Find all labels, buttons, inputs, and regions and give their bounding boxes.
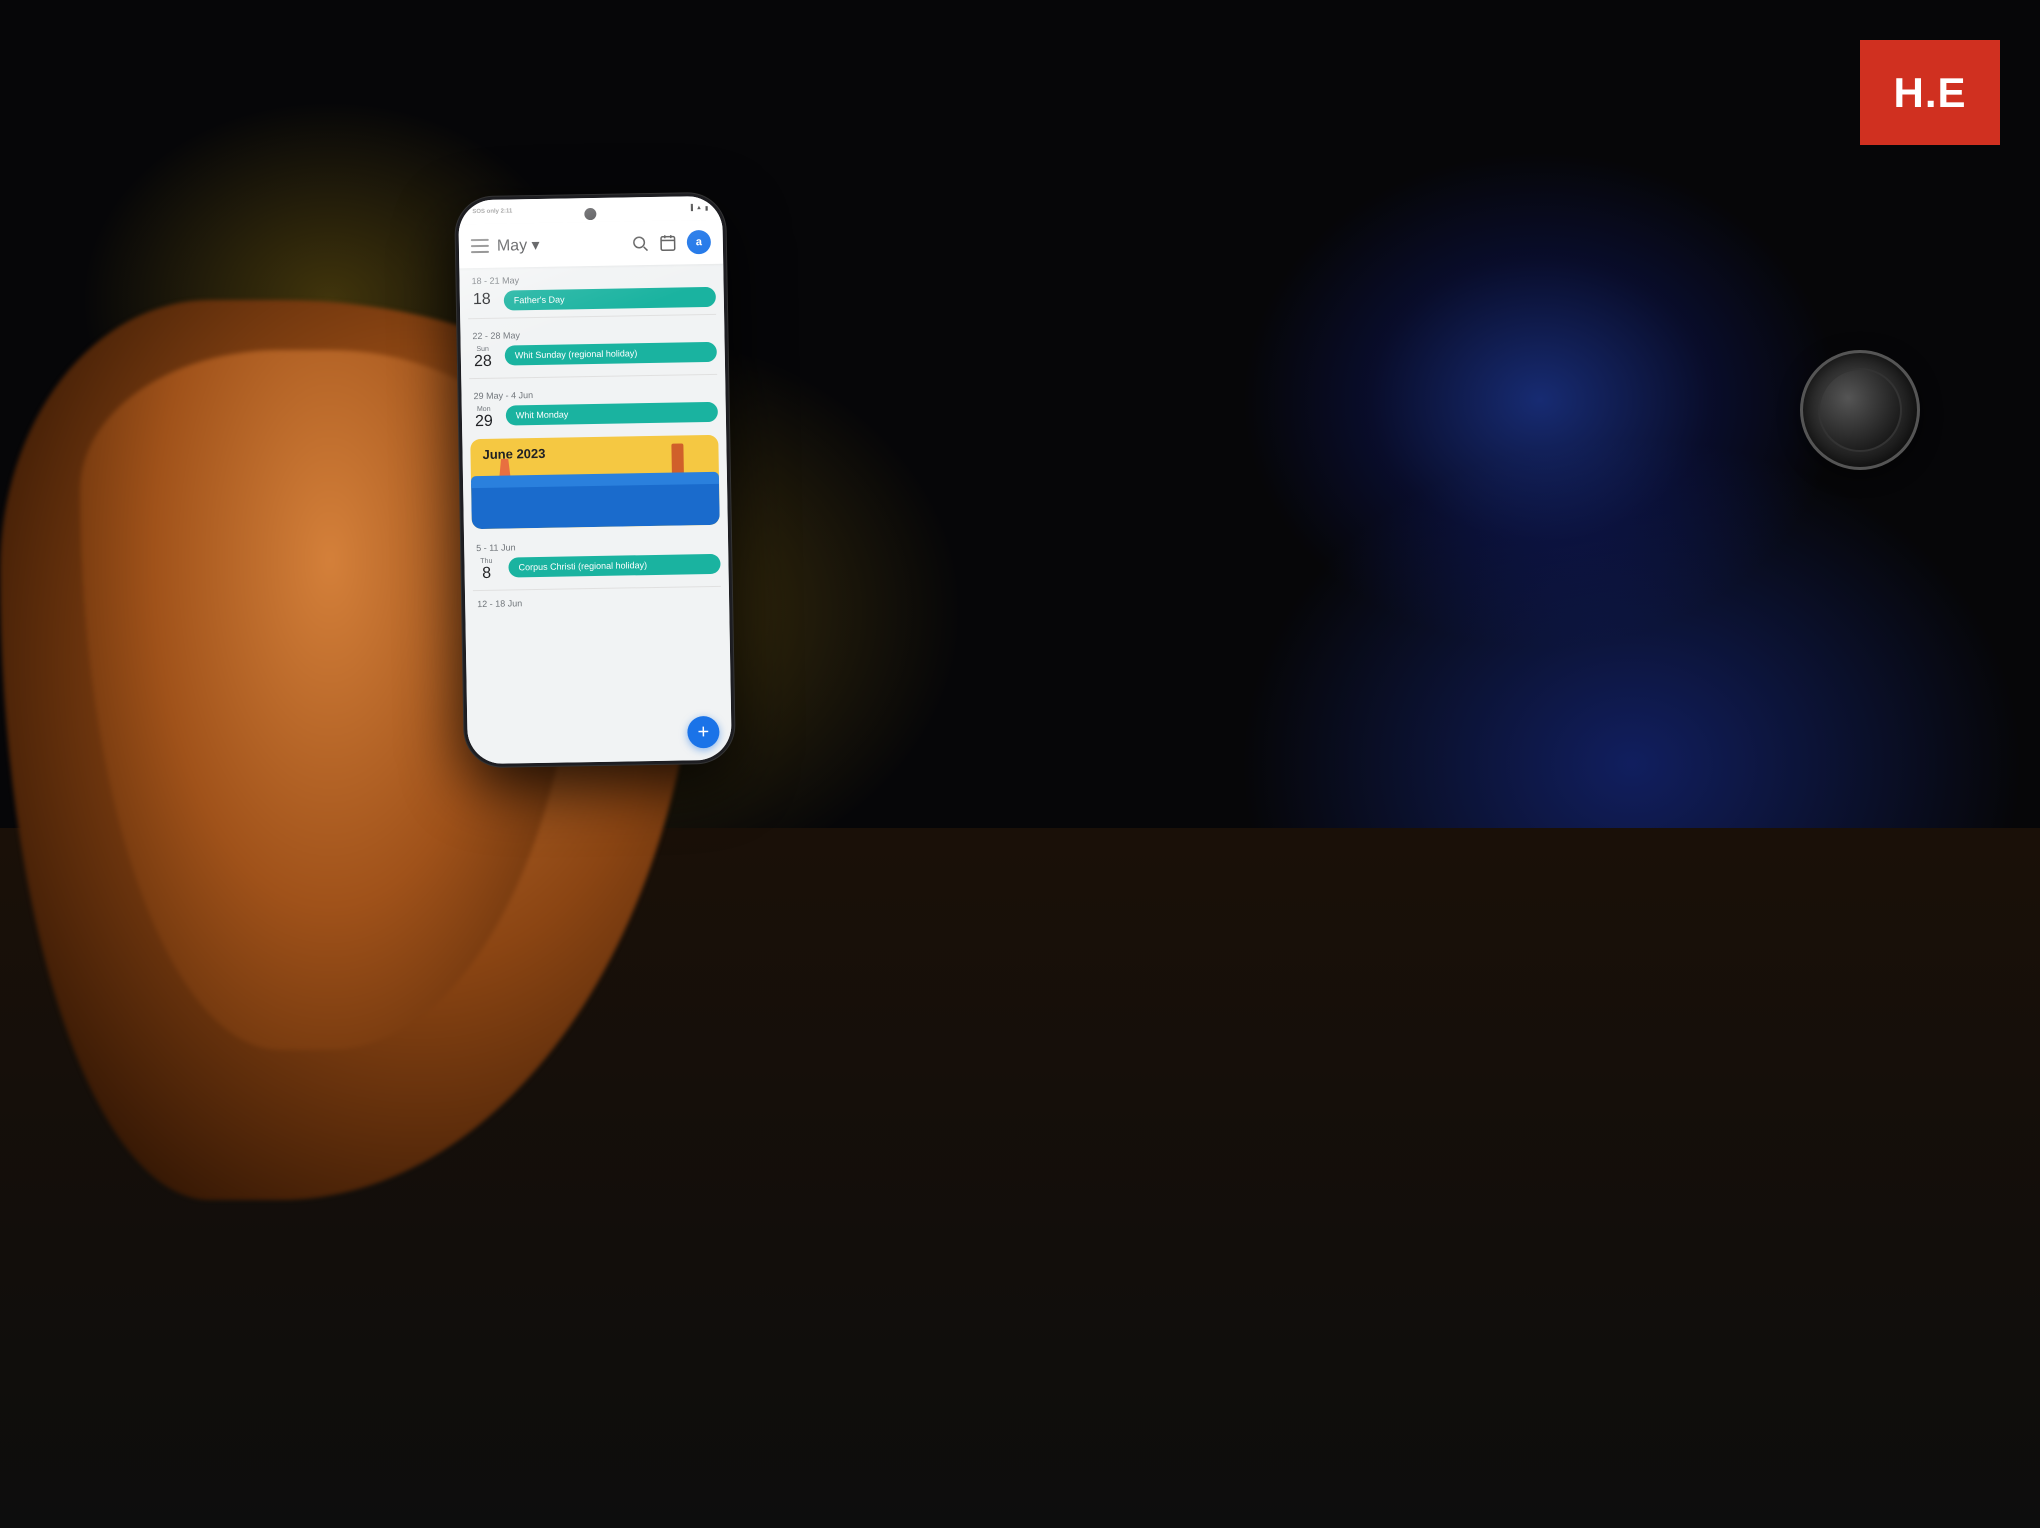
search-icon[interactable] <box>631 234 649 252</box>
divider-3 <box>473 586 721 591</box>
calendar-content: 18 - 21 May 18 Father's Day 22 - 28 May <box>459 264 732 765</box>
avatar-letter: a <box>696 236 702 248</box>
date-28: 28 <box>469 353 497 371</box>
phone-body: SOS only 2:11 ▐ ▲ ▮ May ▾ <box>455 193 735 768</box>
week-header-next: 12 - 18 Jun <box>465 590 729 613</box>
event-row-fathers-day: 18 Father's Day <box>460 284 724 315</box>
date-col-28: Sun 28 <box>469 346 497 371</box>
divider-2 <box>469 373 717 378</box>
date-col-8: Thu 8 <box>472 558 500 583</box>
header-icons: a <box>631 230 711 255</box>
june-banner: June 2023 <box>470 435 720 529</box>
signal-icon: ▐ <box>689 205 693 211</box>
event-row-whit-monday: Mon 29 Whit Monday <box>462 398 726 433</box>
fab-plus-icon: + <box>697 722 709 742</box>
he-badge: H.E <box>1860 40 2000 145</box>
week-section-18: 18 - 21 May 18 Father's Day <box>459 264 724 315</box>
whit-sunday-event[interactable]: Whit Sunday (regional holiday) <box>505 342 717 366</box>
status-left-text: SOS only 2:11 <box>472 208 512 215</box>
status-icons: ▐ ▲ ▮ <box>689 204 709 211</box>
whit-monday-event[interactable]: Whit Monday <box>506 401 718 425</box>
user-avatar[interactable]: a <box>687 230 711 254</box>
month-title: May <box>497 237 528 255</box>
battery-icon: ▮ <box>705 204 708 211</box>
week-section-8: 5 - 11 Jun Thu 8 Corpus Christi (regiona… <box>464 531 729 586</box>
camera-lens <box>1800 350 1920 470</box>
calendar-icon[interactable] <box>659 234 677 252</box>
he-badge-text: H.E <box>1893 69 1966 117</box>
date-18: 18 <box>468 291 496 309</box>
date-8: 8 <box>472 565 500 583</box>
phone-screen: SOS only 2:11 ▐ ▲ ▮ May ▾ <box>458 196 732 765</box>
june-art-water <box>471 480 720 529</box>
add-event-fab[interactable]: + <box>687 716 720 749</box>
date-col-29: Mon 29 <box>470 405 498 430</box>
dropdown-arrow: ▾ <box>531 237 539 254</box>
wifi-icon: ▲ <box>696 205 702 211</box>
june-title: June 2023 <box>482 446 545 462</box>
corpus-christi-event[interactable]: Corpus Christi (regional holiday) <box>508 554 720 578</box>
header-title[interactable]: May ▾ <box>497 233 623 255</box>
week-section-29: 29 May - 4 Jun Mon 29 Whit Monday <box>461 378 726 433</box>
event-row-whit-sunday: Sun 28 Whit Sunday (regional holiday) <box>461 339 725 374</box>
menu-icon[interactable] <box>471 239 489 253</box>
date-29: 29 <box>470 412 498 430</box>
fathers-day-event[interactable]: Father's Day <box>504 287 716 311</box>
phone-device: SOS only 2:11 ▐ ▲ ▮ May ▾ <box>455 193 735 768</box>
event-row-corpus: Thu 8 Corpus Christi (regional holiday) <box>464 551 728 586</box>
divider-1 <box>468 314 716 319</box>
date-col-18: 18 <box>468 291 496 309</box>
week-section-28: 22 - 28 May Sun 28 Whit Sunday (regional… <box>460 319 725 374</box>
app-header: May ▾ a <box>459 220 724 269</box>
